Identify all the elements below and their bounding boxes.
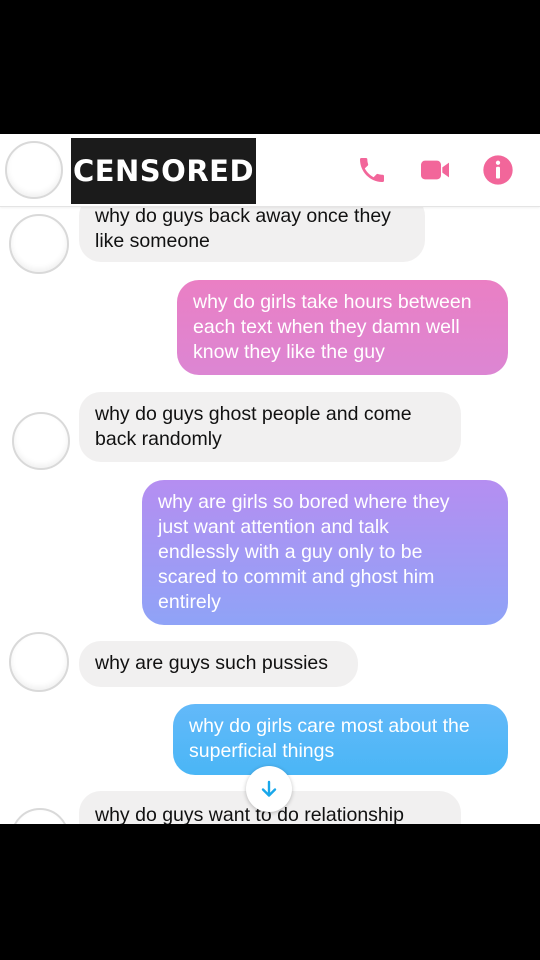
sent-message[interactable]: why are girls so bored where they just w… [142,480,508,625]
sender-avatar[interactable] [9,214,69,274]
chat-screen: CENSORED why do guys back away once they… [0,134,540,824]
arrow-down-icon [261,780,277,797]
scroll-to-bottom-button[interactable] [246,766,292,812]
sent-message[interactable]: why do girls take hours between each tex… [177,280,508,375]
sender-avatar[interactable] [9,632,69,692]
info-icon[interactable] [482,154,514,186]
chat-header: CENSORED [0,134,540,207]
sent-message[interactable]: why do girls care most about the superfi… [173,704,508,775]
contact-avatar[interactable] [5,141,63,199]
phone-icon[interactable] [356,154,388,186]
video-camera-icon[interactable] [419,154,451,186]
sender-avatar[interactable] [12,412,70,470]
received-message[interactable]: why do guys ghost people and come back r… [79,392,461,462]
censored-contact-name: CENSORED [71,138,256,204]
sender-avatar[interactable] [11,808,69,824]
received-message[interactable]: why are guys such pussies [79,641,358,687]
